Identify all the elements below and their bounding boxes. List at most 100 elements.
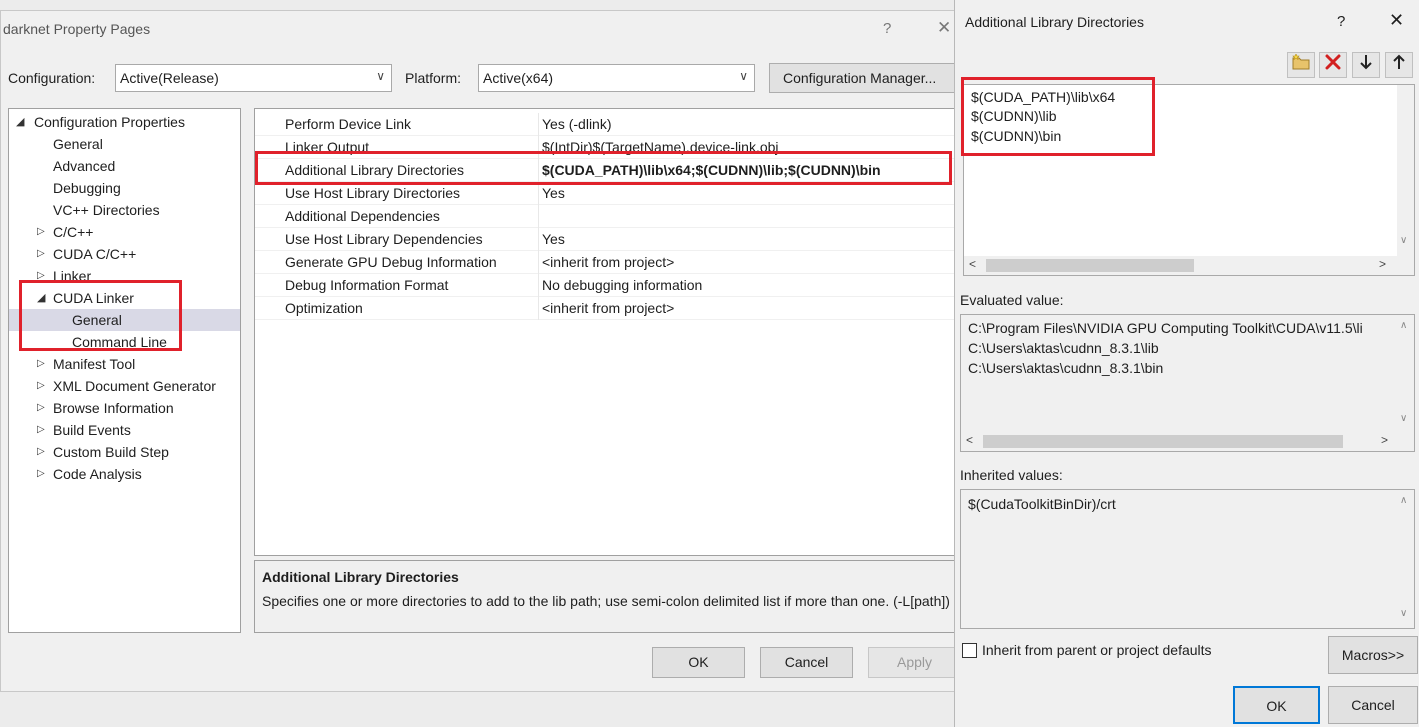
property-value[interactable]: No debugging information bbox=[542, 274, 702, 296]
tree-item-vc-directories[interactable]: VC++ Directories bbox=[9, 199, 240, 221]
property-value[interactable]: Yes bbox=[542, 182, 565, 204]
tree-item-build-events[interactable]: ▷ Build Events bbox=[9, 419, 240, 441]
scroll-right-icon[interactable]: > bbox=[1379, 257, 1386, 271]
dialog-title: Additional Library Directories bbox=[965, 14, 1144, 30]
column-divider bbox=[538, 113, 539, 136]
scroll-down-icon[interactable]: ∨ bbox=[1400, 608, 1407, 619]
property-row[interactable]: Additional Dependencies bbox=[255, 205, 964, 228]
collapsed-triangle-icon[interactable]: ▷ bbox=[37, 463, 45, 485]
property-value[interactable]: $(CUDA_PATH)\lib\x64;$(CUDNN)\lib;$(CUDN… bbox=[542, 159, 881, 181]
property-tree[interactable]: ◢ Configuration Properties General Advan… bbox=[8, 108, 241, 633]
collapsed-triangle-icon[interactable]: ▷ bbox=[37, 441, 45, 463]
collapsed-triangle-icon[interactable]: ▷ bbox=[37, 397, 45, 419]
property-row[interactable]: Use Host Library Directories Yes bbox=[255, 182, 964, 205]
cancel-button[interactable]: Cancel bbox=[1328, 686, 1418, 724]
expanded-triangle-icon[interactable]: ◢ bbox=[16, 111, 24, 133]
description-text: Specifies one or more directories to add… bbox=[262, 593, 950, 609]
collapsed-triangle-icon[interactable]: ▷ bbox=[37, 375, 45, 397]
tree-item-label: General bbox=[72, 312, 122, 328]
inherit-checkbox-label[interactable]: Inherit from parent or project defaults bbox=[982, 642, 1212, 658]
tree-item-cuda-linker-general[interactable]: General bbox=[9, 309, 240, 331]
tree-item-manifest-tool[interactable]: ▷ Manifest Tool bbox=[9, 353, 240, 375]
ok-button[interactable]: OK bbox=[652, 647, 745, 678]
collapsed-triangle-icon[interactable]: ▷ bbox=[37, 243, 45, 265]
column-divider bbox=[538, 297, 539, 320]
collapsed-triangle-icon[interactable]: ▷ bbox=[37, 419, 45, 441]
vertical-scrollbar[interactable]: ∧ ∨ bbox=[1397, 490, 1414, 628]
directory-entry[interactable]: $(CUDA_PATH)\lib\x64 bbox=[971, 89, 1115, 105]
property-value[interactable]: Yes (-dlink) bbox=[542, 113, 612, 135]
tree-item-cuda-linker[interactable]: ◢ CUDA Linker bbox=[9, 287, 240, 309]
delete-icon[interactable] bbox=[1319, 52, 1347, 78]
tree-item-code-analysis[interactable]: ▷ Code Analysis bbox=[9, 463, 240, 485]
tree-item-custom-build-step[interactable]: ▷ Custom Build Step bbox=[9, 441, 240, 463]
property-row[interactable]: Linker Output $(IntDir)$(TargetName).dev… bbox=[255, 136, 964, 159]
configuration-dropdown[interactable]: Active(Release) ∨ bbox=[115, 64, 392, 92]
configuration-value: Active(Release) bbox=[120, 70, 219, 86]
property-value[interactable]: Yes bbox=[542, 228, 565, 250]
scroll-up-icon[interactable]: ∧ bbox=[1400, 495, 1407, 506]
configuration-manager-button[interactable]: Configuration Manager... bbox=[769, 63, 959, 93]
scroll-down-icon[interactable]: ∨ bbox=[1400, 235, 1407, 246]
tree-item-advanced[interactable]: Advanced bbox=[9, 155, 240, 177]
cancel-button[interactable]: Cancel bbox=[760, 647, 853, 678]
expanded-triangle-icon[interactable]: ◢ bbox=[37, 287, 45, 309]
tree-item-linker[interactable]: ▷ Linker bbox=[9, 265, 240, 287]
help-icon[interactable]: ? bbox=[1337, 13, 1345, 30]
new-folder-icon[interactable] bbox=[1287, 52, 1315, 78]
tree-item-command-line[interactable]: Command Line bbox=[9, 331, 240, 353]
tree-item-xml-document-generator[interactable]: ▷ XML Document Generator bbox=[9, 375, 240, 397]
tree-item-label: Advanced bbox=[53, 158, 116, 174]
property-row[interactable]: Debug Information Format No debugging in… bbox=[255, 274, 964, 297]
directory-entry[interactable]: $(CUDNN)\lib bbox=[971, 108, 1057, 124]
platform-label: Platform: bbox=[405, 70, 462, 86]
property-value[interactable]: <inherit from project> bbox=[542, 251, 674, 273]
scrollbar-thumb[interactable] bbox=[986, 259, 1194, 272]
property-row[interactable]: Perform Device Link Yes (-dlink) bbox=[255, 113, 964, 136]
tree-item-browse-information[interactable]: ▷ Browse Information bbox=[9, 397, 240, 419]
move-down-icon[interactable] bbox=[1352, 52, 1380, 78]
scroll-down-icon[interactable]: ∨ bbox=[1400, 413, 1407, 424]
property-value[interactable]: <inherit from project> bbox=[542, 297, 674, 319]
property-value[interactable]: $(IntDir)$(TargetName).device-link.obj bbox=[542, 136, 779, 158]
scrollbar-thumb[interactable] bbox=[983, 435, 1343, 448]
scroll-right-icon[interactable]: > bbox=[1381, 433, 1388, 447]
horizontal-scrollbar[interactable]: < > bbox=[961, 432, 1414, 451]
platform-value: Active(x64) bbox=[483, 70, 554, 86]
collapsed-triangle-icon[interactable]: ▷ bbox=[37, 221, 45, 243]
property-name: Use Host Library Directories bbox=[285, 185, 461, 201]
evaluated-line: C:\Users\aktas\cudnn_8.3.1\lib bbox=[968, 340, 1159, 356]
collapsed-triangle-icon[interactable]: ▷ bbox=[37, 353, 45, 375]
apply-button[interactable]: Apply bbox=[868, 647, 961, 678]
property-row-selected[interactable]: Additional Library Directories $(CUDA_PA… bbox=[255, 159, 964, 182]
tree-item-configuration-properties[interactable]: ◢ Configuration Properties bbox=[9, 111, 240, 133]
inherited-values-label: Inherited values: bbox=[960, 467, 1063, 483]
help-icon[interactable]: ? bbox=[883, 20, 891, 37]
property-row[interactable]: Generate GPU Debug Information <inherit … bbox=[255, 251, 964, 274]
vertical-scrollbar[interactable]: ∨ bbox=[1397, 85, 1414, 256]
directory-entry[interactable]: $(CUDNN)\bin bbox=[971, 128, 1061, 144]
close-icon[interactable]: ✕ bbox=[1389, 10, 1404, 31]
tree-item-c-cpp[interactable]: ▷ C/C++ bbox=[9, 221, 240, 243]
tree-item-label: Configuration Properties bbox=[34, 114, 185, 130]
move-up-icon[interactable] bbox=[1385, 52, 1413, 78]
horizontal-scrollbar[interactable]: < > bbox=[964, 256, 1414, 275]
property-row[interactable]: Optimization <inherit from project> bbox=[255, 297, 964, 320]
macros-button[interactable]: Macros>> bbox=[1328, 636, 1418, 674]
platform-dropdown[interactable]: Active(x64) ∨ bbox=[478, 64, 755, 92]
scroll-left-icon[interactable]: < bbox=[969, 257, 976, 271]
directory-list[interactable]: $(CUDA_PATH)\lib\x64 $(CUDNN)\lib $(CUDN… bbox=[963, 84, 1415, 276]
property-row[interactable]: Use Host Library Dependencies Yes bbox=[255, 228, 964, 251]
close-icon[interactable]: ✕ bbox=[937, 18, 951, 38]
scroll-left-icon[interactable]: < bbox=[966, 433, 973, 447]
ok-button[interactable]: OK bbox=[1233, 686, 1320, 724]
property-name: Additional Library Directories bbox=[285, 162, 464, 178]
vertical-scrollbar[interactable]: ∧ ∨ bbox=[1397, 315, 1414, 432]
tree-item-debugging[interactable]: Debugging bbox=[9, 177, 240, 199]
scroll-up-icon[interactable]: ∧ bbox=[1400, 320, 1407, 331]
property-grid[interactable]: Perform Device Link Yes (-dlink) Linker … bbox=[254, 108, 964, 556]
tree-item-general[interactable]: General bbox=[9, 133, 240, 155]
collapsed-triangle-icon[interactable]: ▷ bbox=[37, 265, 45, 287]
tree-item-cuda-c-cpp[interactable]: ▷ CUDA C/C++ bbox=[9, 243, 240, 265]
inherit-checkbox[interactable] bbox=[962, 643, 977, 658]
